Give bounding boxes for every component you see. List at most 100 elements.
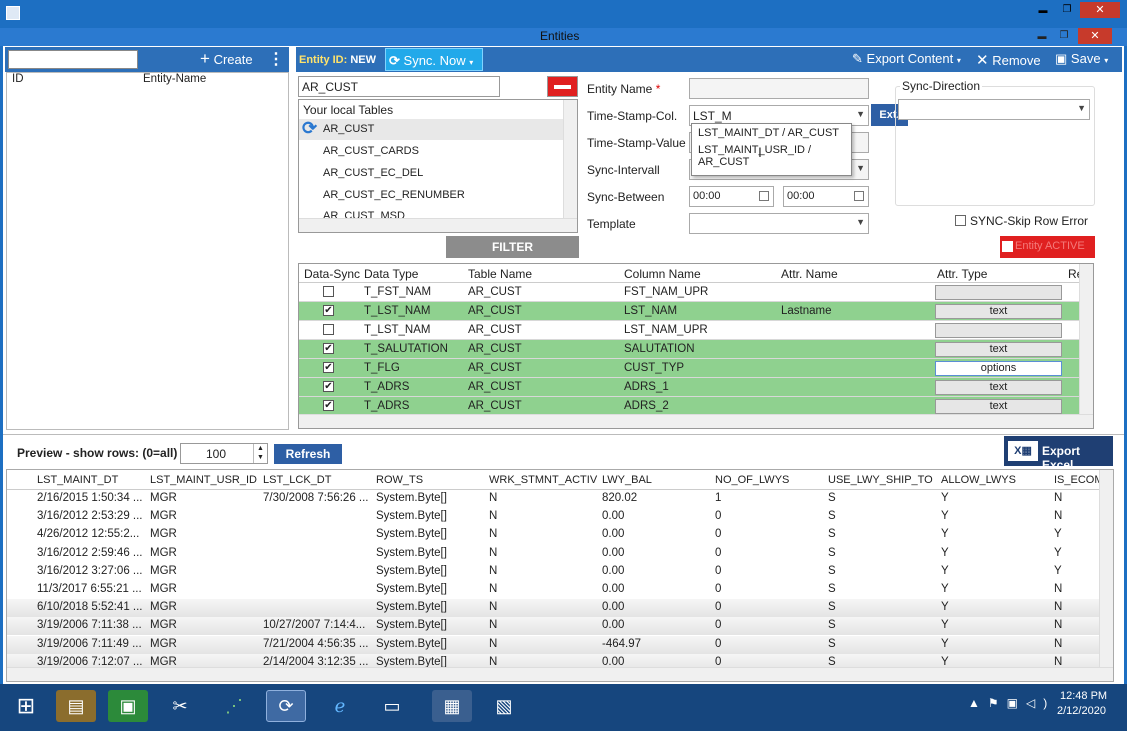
attr-type-button[interactable]: text bbox=[935, 342, 1062, 357]
col-header[interactable]: LST_LCK_DT bbox=[263, 474, 331, 486]
outer-restore-button[interactable]: ❐ bbox=[1056, 2, 1078, 18]
tools-icon[interactable]: ✂ bbox=[160, 690, 200, 722]
attr-type-button[interactable]: text bbox=[935, 399, 1062, 414]
sync-now-button[interactable]: ⟳ Sync. Now ▾ bbox=[385, 48, 483, 71]
clock-date[interactable]: 2/12/2020 bbox=[1057, 705, 1106, 717]
file-explorer-icon[interactable]: ▤ bbox=[56, 690, 96, 722]
rows-stepper[interactable]: ▲ ▼ bbox=[253, 444, 267, 463]
col-header[interactable]: LST_MAINT_USR_ID bbox=[150, 474, 257, 486]
attr-type-button[interactable]: options bbox=[935, 361, 1062, 376]
preview-row[interactable]: 3/19/2006 7:11:38 ... MGR 10/27/2007 7:14:… bbox=[7, 617, 1101, 636]
table-list-item[interactable]: AR_CUST_EC_DEL bbox=[323, 167, 423, 179]
remote-desktop-icon[interactable]: ▭ bbox=[372, 690, 412, 722]
col-header[interactable]: NO_OF_LWYS bbox=[715, 474, 789, 486]
data-sync-checkbox[interactable] bbox=[323, 286, 334, 297]
col-header[interactable]: Attr. Name bbox=[781, 267, 838, 281]
attr-type-button[interactable] bbox=[935, 323, 1062, 338]
network-icon[interactable]: ⋰ bbox=[214, 690, 254, 722]
preview-row[interactable]: 3/16/2012 3:27:06 ... MGR System.Byte[] N 0.… bbox=[7, 563, 1101, 581]
sidebar-menu-icon[interactable]: ⋮ bbox=[268, 49, 284, 69]
sync-from-input[interactable]: 00:00 bbox=[689, 186, 774, 207]
attr-type-button[interactable]: text bbox=[935, 380, 1062, 395]
vertical-scrollbar[interactable] bbox=[563, 100, 577, 218]
col-header[interactable]: Data-Sync bbox=[304, 267, 360, 281]
dropdown-option[interactable]: LST_MAINT_DT / AR_CUST bbox=[698, 127, 839, 139]
col-header[interactable]: Data Type bbox=[364, 267, 418, 281]
preview-row[interactable]: 3/16/2012 2:59:46 ... MGR System.Byte[] N 0.… bbox=[7, 545, 1101, 563]
mapping-row[interactable]: ✔ T_SALUTATION AR_CUST SALUTATION text bbox=[299, 340, 1079, 359]
template-select[interactable]: ▼ bbox=[689, 213, 869, 234]
preview-row[interactable]: 3/19/2006 7:11:49 ... MGR 7/21/2004 4:56:3… bbox=[7, 635, 1101, 654]
browser-icon[interactable]: ℯ bbox=[320, 690, 360, 722]
col-header[interactable]: WRK_STMNT_ACTIV bbox=[489, 474, 597, 486]
docs-icon[interactable]: ▧ bbox=[484, 690, 524, 722]
vertical-scrollbar[interactable] bbox=[1099, 470, 1113, 669]
sync-direction-select[interactable]: ▼ bbox=[898, 99, 1090, 120]
create-button[interactable]: + Create bbox=[200, 50, 253, 67]
preview-row[interactable]: 3/16/2012 2:53:29 ... MGR System.Byte[] N 0.… bbox=[7, 508, 1101, 526]
mapping-row[interactable]: ✔ T_ADRS AR_CUST ADRS_1 text bbox=[299, 378, 1079, 397]
col-header[interactable]: Attr. Type bbox=[937, 267, 987, 281]
attr-type-button[interactable] bbox=[935, 285, 1062, 300]
col-header[interactable]: Table Name bbox=[468, 267, 532, 281]
attr-type-button[interactable]: text bbox=[935, 304, 1062, 319]
calendar-icon[interactable] bbox=[759, 191, 769, 201]
inner-close-button[interactable]: ✕ bbox=[1078, 28, 1112, 44]
preview-rows-input[interactable]: 100 ▲ ▼ bbox=[180, 443, 268, 464]
sync-app-icon[interactable]: ⟳ bbox=[266, 690, 306, 722]
table-list-item[interactable]: AR_CUST_CARDS bbox=[323, 145, 419, 157]
local-tables-list[interactable]: Your local Tables ⟳ AR_CUST AR_CUST_CARD… bbox=[298, 99, 578, 233]
refresh-button[interactable]: Refresh bbox=[274, 444, 342, 464]
dropdown-option[interactable]: LST_MAINT_USR_ID / AR_CUST bbox=[698, 144, 851, 168]
preview-row[interactable]: 2/16/2015 1:50:34 ... MGR 7/30/2008 7:56:2… bbox=[7, 490, 1101, 508]
preview-row[interactable]: 4/26/2012 12:55:2... MGR System.Byte[] N 0.0… bbox=[7, 526, 1101, 544]
clear-table-button[interactable] bbox=[547, 76, 578, 97]
skip-row-error-checkbox[interactable] bbox=[955, 215, 966, 226]
col-header[interactable]: LWY_BAL bbox=[602, 474, 652, 486]
outer-minimize-button[interactable]: ▬ bbox=[1032, 2, 1054, 18]
app-window-icon[interactable]: ▦ bbox=[432, 690, 472, 722]
store-icon[interactable]: ▣ bbox=[108, 690, 148, 722]
col-header[interactable]: Column Name bbox=[624, 267, 701, 281]
col-header[interactable]: IS_ECOM bbox=[1054, 474, 1104, 486]
sidebar-search-input[interactable] bbox=[8, 50, 138, 69]
preview-row[interactable]: 6/10/2018 5:52:41 ... MGR System.Byte[] N 0.… bbox=[7, 599, 1101, 618]
sync-to-input[interactable]: 00:00 bbox=[783, 186, 869, 207]
calendar-icon[interactable] bbox=[854, 191, 864, 201]
inner-minimize-button[interactable]: ▬ bbox=[1032, 28, 1052, 44]
export-excel-button[interactable]: X▦ Export Excel bbox=[1004, 436, 1113, 472]
vertical-scrollbar[interactable] bbox=[1079, 264, 1093, 416]
col-header[interactable]: USE_LWY_SHIP_TO bbox=[828, 474, 933, 486]
clock-time[interactable]: 12:48 PM bbox=[1060, 690, 1107, 702]
entity-active-toggle[interactable]: Entity ACTIVE bbox=[1000, 236, 1095, 258]
inner-restore-button[interactable]: ❐ bbox=[1054, 28, 1074, 44]
export-content-button[interactable]: ✎ Export Content ▾ bbox=[852, 51, 961, 67]
start-button[interactable]: ⊞ bbox=[6, 690, 46, 722]
filter-button[interactable]: FILTER bbox=[446, 236, 579, 258]
entity-name-input[interactable] bbox=[689, 78, 869, 99]
data-sync-checkbox[interactable]: ✔ bbox=[323, 381, 334, 392]
data-sync-checkbox[interactable]: ✔ bbox=[323, 343, 334, 354]
col-header[interactable]: LST_MAINT_DT bbox=[37, 474, 118, 486]
horizontal-scrollbar[interactable] bbox=[7, 667, 1113, 681]
tray-icons[interactable]: ▲⚑▣◁) bbox=[968, 696, 1055, 710]
mapping-row[interactable]: ✔ T_FLG AR_CUST CUST_TYP options bbox=[299, 359, 1079, 378]
horizontal-scrollbar[interactable] bbox=[299, 414, 1093, 428]
preview-row[interactable]: 11/3/2017 6:55:21 ... MGR System.Byte[] N 0.… bbox=[7, 581, 1101, 599]
mapping-row[interactable]: ✔ T_LST_NAM AR_CUST LST_NAM Lastname text bbox=[299, 302, 1079, 321]
data-sync-checkbox[interactable]: ✔ bbox=[323, 305, 334, 316]
data-sync-checkbox[interactable]: ✔ bbox=[323, 400, 334, 411]
remove-button[interactable]: ✕ Remove bbox=[976, 51, 1041, 69]
mapping-row[interactable]: T_FST_NAM AR_CUST FST_NAM_UPR bbox=[299, 283, 1079, 302]
mapping-row[interactable]: T_LST_NAM AR_CUST LST_NAM_UPR bbox=[299, 321, 1079, 340]
horizontal-scrollbar[interactable] bbox=[299, 218, 577, 232]
table-search-input[interactable]: AR_CUST bbox=[298, 76, 500, 97]
entity-active-checkbox[interactable] bbox=[1002, 241, 1013, 252]
col-header[interactable]: ALLOW_LWYS bbox=[941, 474, 1016, 486]
save-button[interactable]: ▣ Save ▾ bbox=[1055, 51, 1108, 67]
outer-close-button[interactable]: ✕ bbox=[1080, 2, 1120, 18]
col-header[interactable]: ROW_TS bbox=[376, 474, 423, 486]
sidebar-list[interactable] bbox=[6, 72, 289, 430]
table-list-item[interactable]: AR_CUST_EC_RENUMBER bbox=[323, 189, 465, 201]
data-sync-checkbox[interactable] bbox=[323, 324, 334, 335]
